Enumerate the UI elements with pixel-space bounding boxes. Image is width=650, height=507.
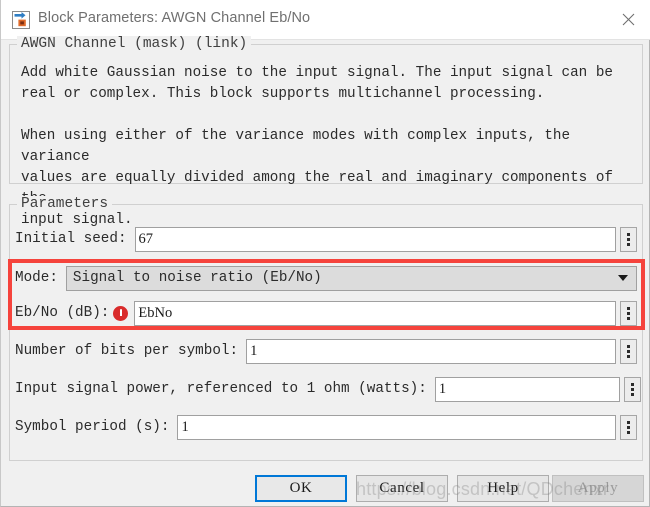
- apply-button: Apply: [552, 475, 644, 502]
- window-title: Block Parameters: AWGN Channel Eb/No: [38, 10, 311, 26]
- row-initial-seed: Initial seed:: [15, 226, 637, 252]
- row-bits-per-symbol: Number of bits per symbol:: [15, 338, 637, 364]
- chevron-down-icon: [618, 275, 628, 281]
- mode-label: Mode:: [15, 270, 58, 286]
- initial-seed-input[interactable]: [134, 226, 616, 252]
- row-ebno: Eb/No (dB):: [15, 300, 637, 326]
- row-mode: Mode: Signal to noise ratio (Eb/No): [15, 265, 637, 291]
- vertical-ellipsis-icon-input-signal-power[interactable]: [623, 376, 641, 402]
- mode-selected-value: Signal to noise ratio (Eb/No): [72, 270, 322, 286]
- error-exclamation-icon: [113, 305, 129, 321]
- input-signal-power-input[interactable]: [434, 376, 620, 402]
- vertical-ellipsis-icon-symbol-period[interactable]: [620, 414, 637, 440]
- block-parameters-dialog: Block Parameters: AWGN Channel Eb/No AWG…: [0, 0, 650, 507]
- cancel-button[interactable]: Cancel: [356, 475, 448, 502]
- ebno-label: Eb/No (dB):: [15, 305, 110, 321]
- mode-select[interactable]: Signal to noise ratio (Eb/No): [65, 265, 637, 291]
- bits-per-symbol-input[interactable]: [246, 338, 616, 364]
- symbol-period-input[interactable]: [177, 414, 616, 440]
- vertical-ellipsis-icon-bits-per-symbol[interactable]: [620, 338, 637, 364]
- ok-button[interactable]: OK: [255, 475, 347, 502]
- simulink-block-icon: [12, 11, 30, 29]
- title-bar: Block Parameters: AWGN Channel Eb/No: [1, 0, 650, 40]
- close-icon[interactable]: [605, 0, 650, 39]
- help-button[interactable]: Help: [457, 475, 549, 502]
- vertical-ellipsis-icon-ebno[interactable]: [620, 300, 637, 326]
- initial-seed-label: Initial seed:: [15, 231, 127, 247]
- description-group-legend: AWGN Channel (mask) (link): [17, 36, 252, 52]
- input-signal-power-label: Input signal power, referenced to 1 ohm …: [15, 381, 427, 397]
- symbol-period-label: Symbol period (s):: [15, 419, 170, 435]
- description-paragraph-1: Add white Gaussian noise to the input si…: [21, 65, 613, 102]
- ebno-input[interactable]: [134, 300, 616, 326]
- bits-per-symbol-label: Number of bits per symbol:: [15, 343, 239, 359]
- vertical-ellipsis-icon-initial-seed[interactable]: [620, 226, 637, 252]
- row-input-signal-power: Input signal power, referenced to 1 ohm …: [15, 376, 641, 402]
- parameters-group-legend: Parameters: [17, 196, 113, 212]
- row-symbol-period: Symbol period (s):: [15, 414, 637, 440]
